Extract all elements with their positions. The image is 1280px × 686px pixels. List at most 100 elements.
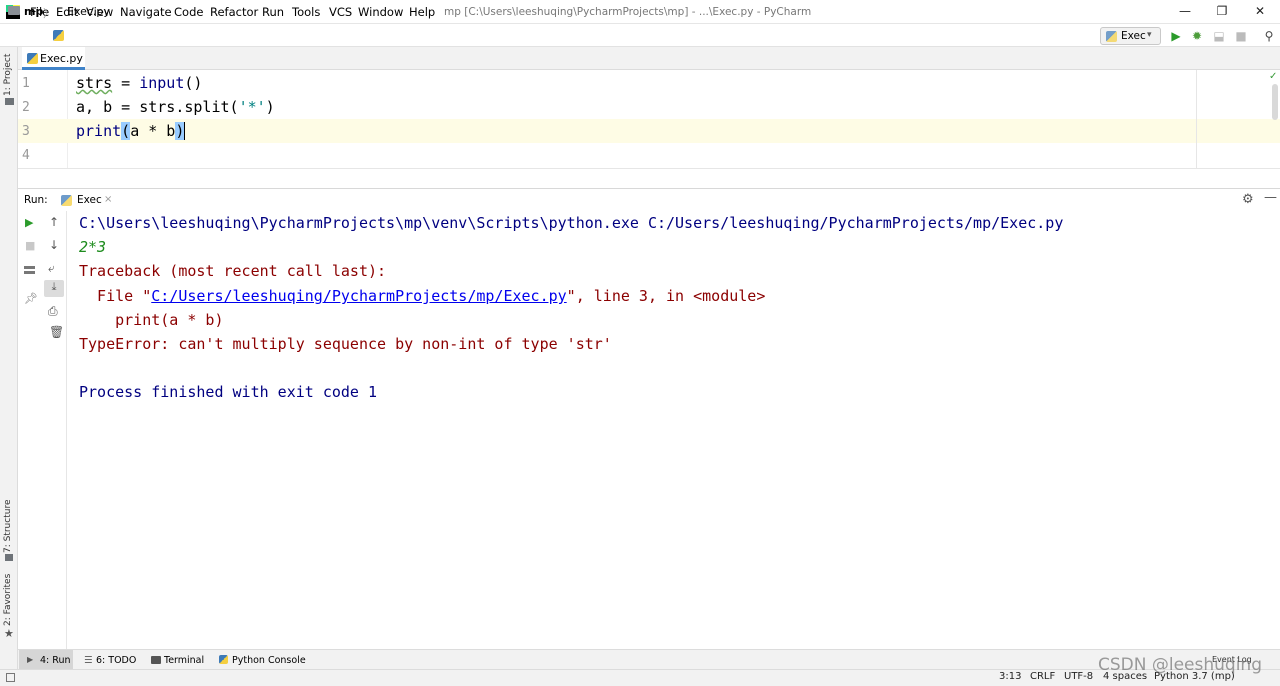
run-toolbar-primary (18, 211, 42, 649)
menu-refactor[interactable]: Refactor (210, 5, 258, 19)
code-token: input (139, 74, 185, 92)
current-line-highlight (18, 119, 1280, 143)
trash-icon[interactable]: 🗑︎ (49, 325, 64, 339)
bottom-tool-bar (18, 649, 1280, 669)
down-arrow-icon[interactable]: ↓ (49, 238, 59, 252)
star-icon: ★ (4, 627, 14, 640)
code-line-1[interactable]: strs = input() (76, 74, 202, 92)
hide-panel-icon[interactable]: — (1264, 190, 1277, 205)
inspection-ok-icon: ✓ (1269, 71, 1278, 82)
code-token: = (112, 74, 140, 92)
status-caret-position[interactable]: 3:13 (999, 671, 1021, 682)
stop-icon[interactable]: ■ (25, 239, 35, 252)
breadcrumb-file[interactable]: Exec.py (67, 5, 110, 18)
python-file-icon (53, 30, 64, 41)
console-user-input: 2*3 (79, 238, 107, 256)
console-command: C:\Users\leeshuqing\PycharmProjects\mp\v… (79, 214, 1064, 232)
console-traceback-head: Traceback (most recent call last): (79, 262, 387, 280)
soft-wrap-icon[interactable]: ⤶ (48, 261, 55, 276)
menu-help[interactable]: Help (409, 5, 435, 19)
coverage-icon[interactable]: ⬓ (1212, 29, 1226, 43)
breadcrumb-project[interactable]: mp (24, 5, 43, 18)
console-error: TypeError: can't multiply sequence by no… (79, 335, 612, 353)
code-token: a, b = strs.split( (76, 98, 239, 116)
watermark: CSDN @leeshuqing (1098, 655, 1262, 675)
code-token: print (76, 122, 122, 140)
favorites-tool-tab[interactable]: 2: Favorites (3, 574, 13, 626)
run-tab-label[interactable]: Exec (77, 194, 102, 206)
run-panel-header (18, 188, 1280, 211)
code-string: '*' (238, 98, 266, 116)
breadcrumb-separator: 〉 (43, 7, 54, 20)
python-file-icon (61, 195, 72, 206)
gear-icon[interactable]: ⚙ (1242, 192, 1254, 207)
console-text: ", line 3, in <module> (566, 287, 766, 305)
right-margin-guide (1196, 70, 1197, 168)
menu-window[interactable]: Window (358, 5, 403, 19)
window-title: mp [C:\Users\leeshuqing\PycharmProjects\… (444, 6, 812, 18)
todo-icon: ☰ (84, 655, 93, 666)
code-token: ) (265, 98, 275, 116)
menu-tools[interactable]: Tools (292, 5, 320, 19)
minimize-icon[interactable]: — (1170, 4, 1200, 20)
debug-icon[interactable]: ✹ (1190, 29, 1204, 43)
brace-match: ( (121, 122, 131, 140)
stop-icon[interactable]: ■ (1234, 29, 1248, 43)
menu-vcs[interactable]: VCS (329, 5, 352, 19)
editor-bottom-spacer (18, 168, 1280, 188)
rerun-icon[interactable]: ▶ (25, 216, 33, 229)
python-console-icon (219, 655, 228, 664)
menu-code[interactable]: Code (174, 5, 203, 19)
code-line-2[interactable]: a, b = strs.split('*') (76, 98, 275, 116)
status-encoding[interactable]: UTF-8 (1064, 671, 1093, 682)
tab-todo[interactable]: 6: TODO (96, 655, 136, 666)
editor-scrollbar[interactable] (1272, 84, 1278, 120)
editor-tab-label: Exec.py (40, 52, 83, 65)
line-number: 1 (22, 76, 30, 91)
tool-window-toggle-icon[interactable] (6, 673, 15, 682)
run-icon: ▶ (27, 655, 34, 664)
menu-navigate[interactable]: Navigate (120, 5, 172, 19)
tab-terminal[interactable]: Terminal (164, 655, 204, 666)
navigation-bar (0, 24, 1280, 47)
tab-python-console[interactable]: Python Console (232, 655, 306, 666)
close-icon[interactable]: ✕ (1245, 4, 1275, 20)
code-token: () (184, 74, 203, 92)
editor-tab-bar (18, 47, 1280, 70)
status-line-separator[interactable]: CRLF (1030, 671, 1055, 682)
run-toolbar-secondary (42, 211, 67, 649)
chevron-down-icon: ▾ (1147, 30, 1152, 40)
search-icon[interactable]: ⚲ (1262, 29, 1276, 43)
brace-match: ) (175, 122, 186, 140)
run-panel-label: Run: (24, 194, 48, 206)
console-text: File " (79, 287, 152, 305)
python-file-icon (27, 53, 38, 64)
line-number: 2 (22, 100, 30, 115)
structure-tool-tab[interactable]: 7: Structure (3, 498, 13, 554)
scroll-end-icon[interactable]: ⤓ (44, 280, 64, 297)
line-number: 3 (22, 124, 30, 139)
run-config-label: Exec (1121, 30, 1146, 42)
code-token: a * b (130, 122, 176, 140)
menu-run[interactable]: Run (262, 5, 284, 19)
run-icon[interactable]: ▶ (1169, 29, 1183, 43)
console-traceback-file: File "C:/Users/leeshuqing/PycharmProject… (79, 287, 765, 305)
tab-run-label: 4: Run (40, 655, 71, 666)
code-line-3[interactable]: print(a * b) (76, 122, 186, 140)
layout-icon[interactable] (24, 266, 35, 274)
code-token: strs (76, 74, 113, 92)
structure-icon (5, 554, 13, 561)
console-exit-message: Process finished with exit code 1 (79, 383, 378, 401)
up-arrow-icon[interactable]: ↑ (49, 215, 59, 229)
close-tab-icon[interactable]: × (104, 194, 112, 205)
folder-icon (8, 6, 20, 15)
python-file-icon (1106, 31, 1117, 42)
pin-icon[interactable]: 📌︎ (24, 292, 38, 305)
folder-icon (5, 98, 14, 105)
line-number: 4 (22, 148, 30, 163)
terminal-icon (151, 656, 161, 664)
print-icon[interactable]: ⎙ (48, 304, 58, 319)
restore-icon[interactable]: ❐ (1207, 4, 1237, 20)
project-tool-tab[interactable]: 1: Project (3, 52, 13, 96)
console-file-link[interactable]: C:/Users/leeshuqing/PycharmProjects/mp/E… (151, 287, 566, 305)
